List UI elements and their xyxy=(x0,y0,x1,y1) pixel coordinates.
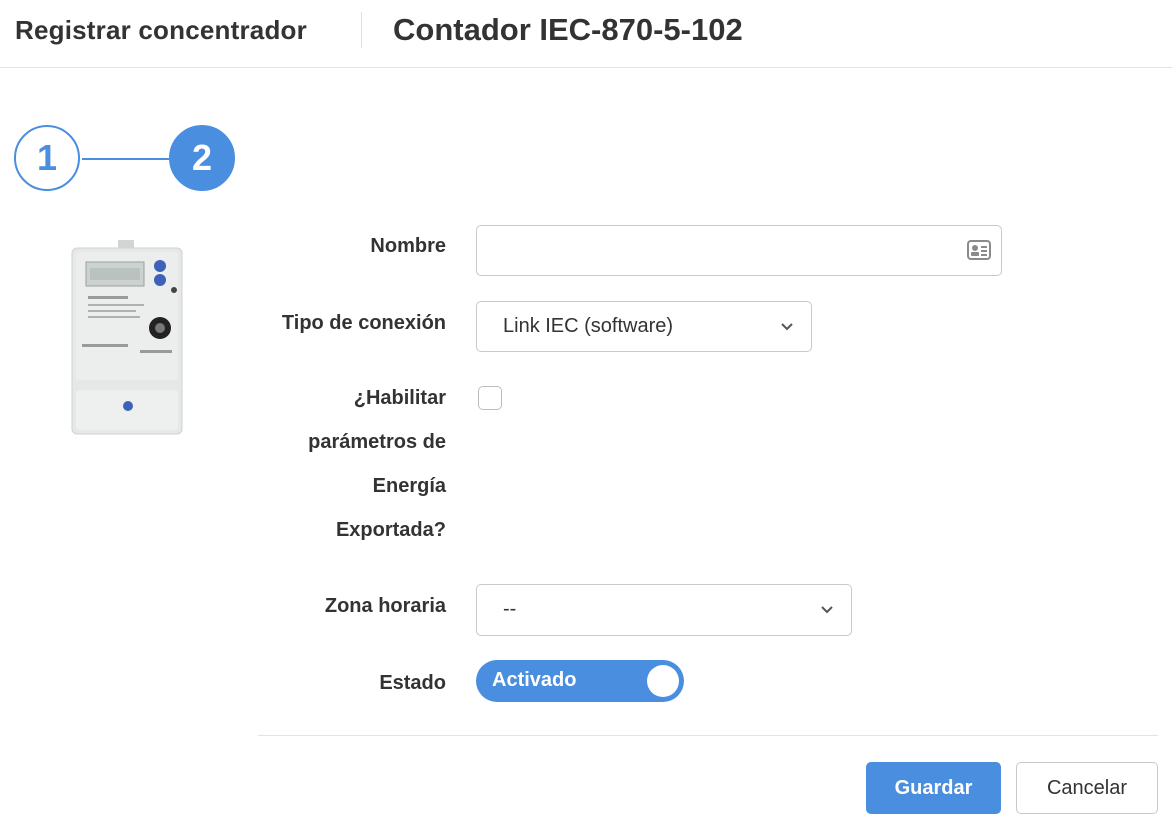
chevron-down-icon xyxy=(821,606,833,614)
tipo-conexion-select[interactable]: Link IEC (software) xyxy=(476,301,812,352)
page-title: Contador IEC-870-5-102 xyxy=(393,12,743,47)
habilitar-label-line: Exportada? xyxy=(335,519,446,541)
toggle-knob xyxy=(647,665,679,697)
breadcrumb-register-concentrator[interactable]: Registrar concentrador xyxy=(15,15,307,46)
tipo-conexion-value: Link IEC (software) xyxy=(503,315,674,337)
save-button[interactable]: Guardar xyxy=(866,762,1001,814)
habilitar-label-line: parámetros de xyxy=(308,431,446,453)
tipo-conexion-label: Tipo de conexión xyxy=(281,312,446,334)
chevron-down-icon xyxy=(781,323,793,331)
habilitar-label-line: ¿Habilitar xyxy=(353,387,446,409)
header-divider xyxy=(361,12,362,48)
step-connector xyxy=(82,158,169,160)
estado-toggle-label: Activado xyxy=(492,669,577,691)
contact-card-icon[interactable] xyxy=(967,239,991,261)
nombre-field[interactable] xyxy=(476,225,1002,276)
step-2-active: 2 xyxy=(169,125,235,191)
step-1[interactable]: 1 xyxy=(14,125,80,191)
wizard-stepper: 1 2 xyxy=(14,125,240,195)
zona-horaria-label: Zona horaria xyxy=(324,595,446,617)
nombre-label: Nombre xyxy=(370,235,446,257)
page-header: Registrar concentrador Contador IEC-870-… xyxy=(0,0,1172,68)
estado-toggle[interactable]: Activado xyxy=(476,660,684,702)
habilitar-label-line: Energía xyxy=(372,475,446,497)
estado-label: Estado xyxy=(379,672,446,694)
nombre-input[interactable] xyxy=(489,226,963,275)
meter-device-image xyxy=(71,240,183,435)
zona-horaria-select[interactable]: -- xyxy=(476,584,852,636)
habilitar-energia-checkbox[interactable] xyxy=(478,386,502,410)
zona-horaria-value: -- xyxy=(503,598,517,620)
habilitar-energia-label: ¿Habilitar parámetros de Energía Exporta… xyxy=(246,376,446,552)
cancel-button[interactable]: Cancelar xyxy=(1016,762,1158,814)
footer-divider xyxy=(258,735,1158,736)
